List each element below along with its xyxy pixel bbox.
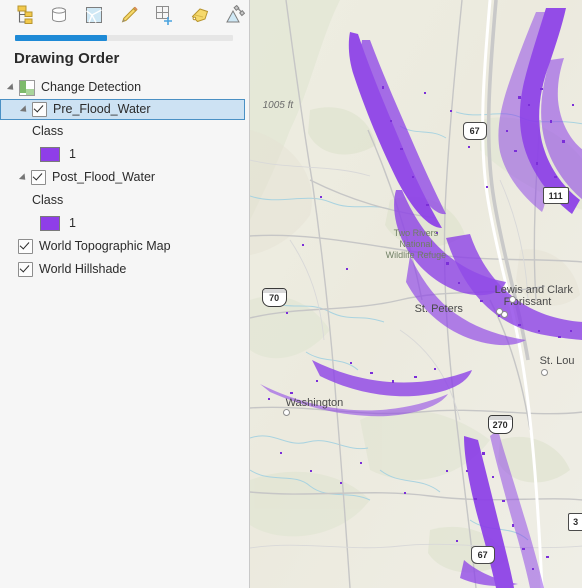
route-shield-i-270: 270	[487, 415, 513, 434]
label-tag-icon[interactable]	[187, 3, 211, 27]
route-shield-state-3: 3	[567, 513, 582, 531]
symbol-swatch[interactable]	[40, 147, 60, 162]
page-title: Drawing Order	[14, 50, 120, 67]
expand-collapse-icon[interactable]	[19, 104, 30, 115]
symbol-class-1-pre-label: 1	[69, 147, 76, 162]
map-change-detection-label: Change Detection	[41, 80, 142, 95]
visibility-checkbox[interactable]	[32, 102, 47, 117]
route-shield-state-111: 111	[542, 187, 569, 204]
symbol-swatch[interactable]	[40, 216, 60, 231]
visibility-checkbox[interactable]	[18, 262, 33, 277]
route-shield-i-270-text: 270	[492, 419, 508, 430]
layer-world-hillshade[interactable]: World Hillshade	[0, 258, 249, 281]
visibility-checkbox[interactable]	[18, 239, 33, 254]
city-dot-florissant	[495, 308, 503, 315]
class-header-pre-label: Class	[32, 124, 64, 139]
layer-pre-flood-water-label: Pre_Flood_Water	[53, 102, 151, 117]
add-grid-icon[interactable]	[152, 3, 176, 27]
progress-track	[15, 35, 233, 41]
city-dot-st-louis	[540, 369, 548, 376]
layer-pre-flood-water[interactable]: Pre_Flood_Water	[0, 99, 245, 120]
map-thumbnail-icon	[19, 79, 35, 96]
class-header-pre[interactable]: Class	[0, 120, 249, 143]
layer-post-flood-water-label: Post_Flood_Water	[52, 170, 156, 185]
layer-post-flood-water[interactable]: Post_Flood_Water	[0, 166, 249, 189]
map-canvas	[249, 0, 582, 588]
layer-tree-icon[interactable]	[12, 3, 36, 27]
class-header-post-label: Class	[32, 193, 64, 208]
expand-collapse-icon[interactable]	[18, 172, 29, 183]
layer-world-topographic-map[interactable]: World Topographic Map	[0, 235, 249, 258]
map-change-detection[interactable]: Change Detection	[0, 76, 249, 99]
symbol-class-1-pre[interactable]: 1	[0, 143, 249, 166]
class-header-post[interactable]: Class	[0, 189, 249, 212]
processing-progress-bar	[0, 30, 249, 48]
route-shield-state-3-text: 3	[573, 517, 579, 527]
layer-tree: Change Detection Pre_Flood_Water Class 1 Pos…	[0, 75, 249, 588]
route-shield-us-67-north: 67	[462, 122, 487, 140]
layer-world-hillshade-label: World Hillshade	[39, 262, 127, 277]
city-dot-washington	[282, 409, 290, 416]
database-icon[interactable]	[47, 3, 71, 27]
charts-icon[interactable]	[222, 3, 246, 27]
progress-fill	[15, 35, 107, 41]
route-shield-i-70: 70	[261, 288, 287, 307]
route-shield-us-67-north-text: 67	[469, 126, 480, 136]
pencil-edit-icon[interactable]	[117, 3, 141, 27]
route-shield-state-111-text: 111	[548, 190, 563, 201]
contents-pane: Drawing Order Change Detection Pre_Flood_…	[0, 0, 250, 588]
map-view[interactable]: 1005 ft Two Rivers National Wildlife Refu…	[249, 0, 582, 588]
visibility-checkbox[interactable]	[31, 170, 46, 185]
arcgis-pro-window: Drawing Order Change Detection Pre_Flood_…	[0, 0, 582, 588]
symbol-class-1-post[interactable]: 1	[0, 212, 249, 235]
contents-toolbar	[0, 0, 249, 30]
map-frame-icon[interactable]	[82, 3, 106, 27]
expand-collapse-icon[interactable]	[6, 82, 17, 93]
route-shield-us-67-south: 67	[470, 546, 495, 564]
layer-world-topographic-map-label: World Topographic Map	[39, 239, 171, 254]
route-shield-i-70-text: 70	[269, 292, 280, 303]
city-dot-florissant2	[508, 296, 516, 303]
symbol-class-1-post-label: 1	[69, 216, 76, 231]
route-shield-us-67-south-text: 67	[477, 550, 488, 560]
